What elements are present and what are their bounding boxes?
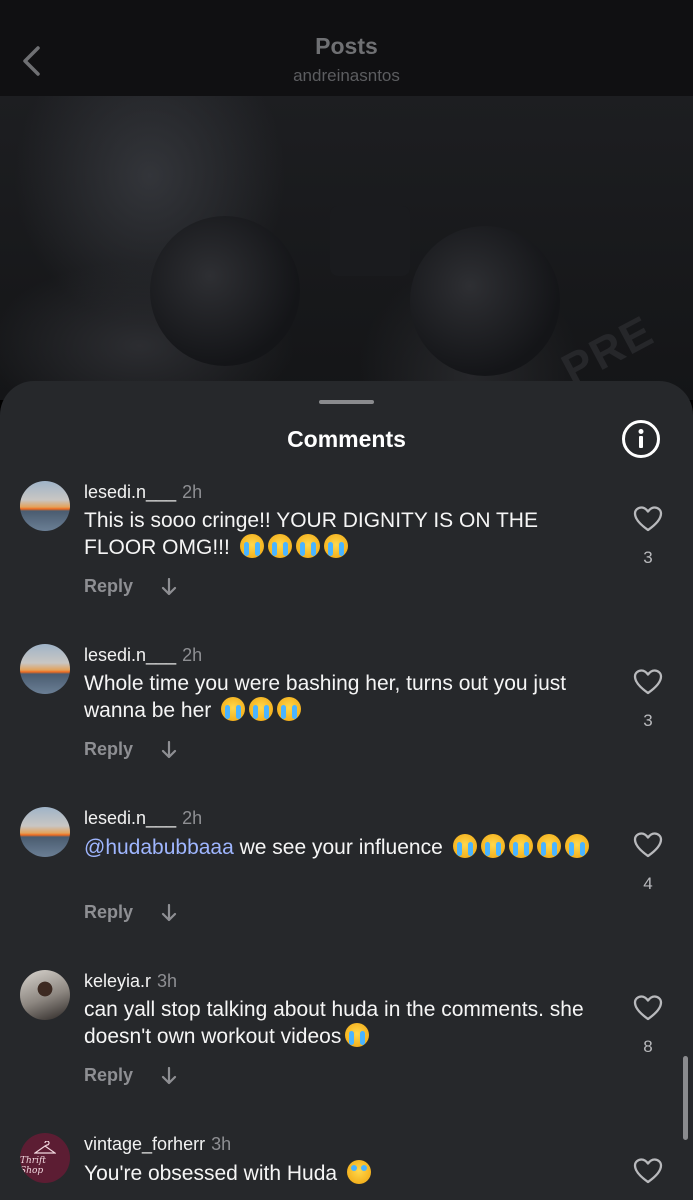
comment-text: can yall stop talking about huda in the … <box>84 997 614 1050</box>
comment-text: This is sooo cringe!! YOUR DIGNITY IS ON… <box>84 508 614 561</box>
comments-sheet: Comments lesedi.n___ 2h This is sooo crin… <box>0 381 693 1200</box>
crying-emoji-icon <box>249 697 274 721</box>
arrow-down-icon[interactable] <box>161 1066 177 1085</box>
comment-meta: vintage_forherr 3h <box>84 1134 231 1155</box>
crying-emoji-icon <box>536 834 561 858</box>
info-button[interactable] <box>622 420 660 458</box>
avatar-logo-text: Thrift Shop <box>20 1155 46 1176</box>
comment-time: 3h <box>211 1134 232 1154</box>
heart-icon[interactable] <box>633 505 663 533</box>
post-background: PRE Posts andreinasntos <box>0 0 693 400</box>
heart-icon[interactable] <box>633 994 663 1022</box>
crying-emoji-icon <box>267 534 292 558</box>
dumbbell-plate <box>150 216 300 366</box>
avatar[interactable] <box>20 970 70 1020</box>
reply-button[interactable]: Reply <box>84 576 133 597</box>
comment-actions: Reply <box>84 576 177 597</box>
avatar[interactable] <box>20 481 70 531</box>
heart-icon[interactable] <box>633 1157 663 1185</box>
crying-emoji-icon <box>480 834 505 858</box>
comment-meta: lesedi.n___ 2h <box>84 482 202 503</box>
comment-username[interactable]: lesedi.n___ <box>84 482 176 502</box>
wrist-strap <box>330 206 410 276</box>
comment-text: You're obsessed with Huda <box>84 1160 614 1187</box>
comment-time: 2h <box>182 482 203 502</box>
dumbbell-plate <box>410 226 560 376</box>
comment-time: 2h <box>182 808 203 828</box>
account-username[interactable]: andreinasntos <box>0 66 693 86</box>
comment-username[interactable]: lesedi.n___ <box>84 808 176 828</box>
page-title: Posts <box>315 33 378 59</box>
like-count: 3 <box>643 711 653 730</box>
comment-username[interactable]: keleyia.r <box>84 971 151 991</box>
reply-button[interactable]: Reply <box>84 739 133 760</box>
arrow-down-icon[interactable] <box>161 577 177 596</box>
comment-meta: lesedi.n___ 2h <box>84 808 202 829</box>
like-count: 3 <box>643 548 653 567</box>
like-count: 8 <box>643 1037 653 1056</box>
laughing-emoji-icon <box>346 1160 371 1184</box>
comment-body: can yall stop talking about huda in the … <box>84 998 584 1048</box>
comments-title: Comments <box>287 426 406 452</box>
avatar[interactable]: Thrift Shop <box>20 1133 70 1183</box>
crying-emoji-icon <box>323 534 348 558</box>
comment-meta: keleyia.r 3h <box>84 971 177 992</box>
crying-emoji-icon <box>452 834 477 858</box>
avatar[interactable] <box>20 644 70 694</box>
avatar[interactable] <box>20 807 70 857</box>
comment-body: Whole time you were bashing her, turns o… <box>84 672 567 722</box>
crying-emoji-icon <box>277 697 302 721</box>
like-count: 4 <box>643 874 653 893</box>
arrow-down-icon[interactable] <box>161 903 177 922</box>
arrow-down-icon[interactable] <box>161 740 177 759</box>
crying-emoji-icon <box>239 534 264 558</box>
reply-button[interactable]: Reply <box>84 1065 133 1086</box>
comment-actions: Reply <box>84 1065 177 1086</box>
comment-body: You're obsessed with Huda <box>84 1162 338 1185</box>
heart-icon[interactable] <box>633 668 663 696</box>
comment-username[interactable]: vintage_forherr <box>84 1134 205 1154</box>
crying-emoji-icon <box>221 697 246 721</box>
sheet-grabber[interactable] <box>319 400 374 404</box>
post-photo: PRE <box>0 96 693 400</box>
comment-body: we see your influence <box>233 836 443 859</box>
comment-text: @hudabubbaaa we see your influence <box>84 834 614 861</box>
heart-icon[interactable] <box>633 831 663 859</box>
crying-emoji-icon <box>295 534 320 558</box>
info-icon <box>638 429 644 448</box>
comment-time: 2h <box>182 645 203 665</box>
crying-emoji-icon <box>345 1023 370 1047</box>
reply-button[interactable]: Reply <box>84 902 133 923</box>
comment-meta: lesedi.n___ 2h <box>84 645 202 666</box>
crying-emoji-icon <box>564 834 589 858</box>
comment-text: Whole time you were bashing her, turns o… <box>84 671 614 724</box>
crying-emoji-icon <box>508 834 533 858</box>
comment-time: 3h <box>157 971 178 991</box>
comment-actions: Reply <box>84 902 177 923</box>
top-nav-bar: Posts andreinasntos <box>0 0 693 96</box>
scrollbar[interactable] <box>683 1056 688 1140</box>
mention-link[interactable]: @hudabubbaaa <box>84 836 234 859</box>
comment-actions: Reply <box>84 739 177 760</box>
hanger-icon <box>34 1140 56 1154</box>
comment-username[interactable]: lesedi.n___ <box>84 645 176 665</box>
